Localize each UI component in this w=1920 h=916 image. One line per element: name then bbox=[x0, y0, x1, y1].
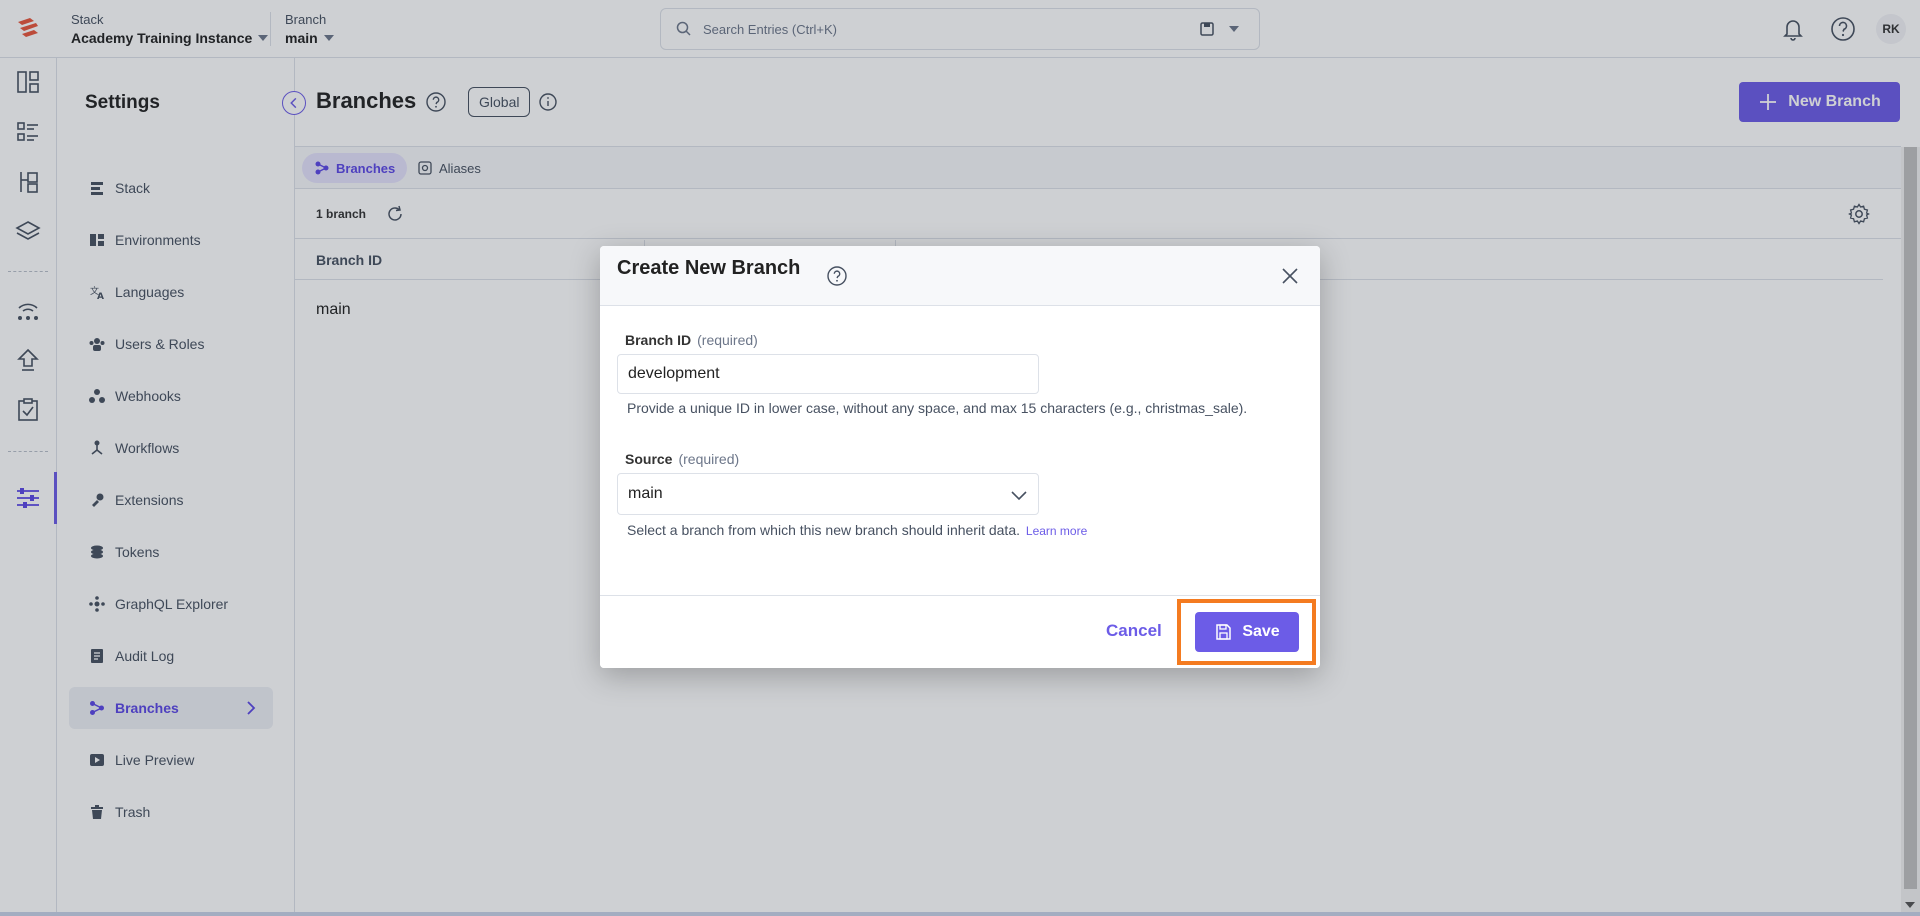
cancel-button[interactable]: Cancel bbox=[1106, 621, 1162, 641]
modal-header: Create New Branch bbox=[600, 246, 1320, 306]
label-text: Source bbox=[625, 451, 673, 467]
modal-title: Create New Branch bbox=[617, 257, 801, 279]
learn-more-link[interactable]: Learn more bbox=[1026, 524, 1087, 538]
source-selected-value: main bbox=[628, 485, 663, 502]
chevron-down-icon bbox=[1011, 491, 1027, 501]
save-button[interactable]: Save bbox=[1195, 612, 1299, 652]
close-icon[interactable] bbox=[1280, 266, 1300, 286]
source-label: Source (required) bbox=[625, 451, 739, 467]
save-label: Save bbox=[1242, 623, 1280, 640]
required-hint: (required) bbox=[678, 451, 740, 467]
label-text: Branch ID bbox=[625, 332, 692, 348]
branch-id-label: Branch ID (required) bbox=[625, 332, 758, 348]
required-hint: (required) bbox=[697, 332, 758, 348]
source-hint-text: Select a branch from which this new bran… bbox=[627, 522, 1020, 538]
source-hint: Select a branch from which this new bran… bbox=[627, 522, 1087, 538]
help-icon[interactable] bbox=[826, 265, 848, 287]
save-icon bbox=[1216, 624, 1232, 640]
create-branch-modal: Create New Branch Branch ID (required) Pr… bbox=[600, 246, 1320, 668]
branch-id-hint: Provide a unique ID in lower case, witho… bbox=[627, 400, 1248, 416]
source-select[interactable]: main bbox=[617, 473, 1039, 515]
modal-footer: Cancel Save bbox=[600, 595, 1320, 668]
branch-id-input[interactable] bbox=[617, 354, 1039, 394]
